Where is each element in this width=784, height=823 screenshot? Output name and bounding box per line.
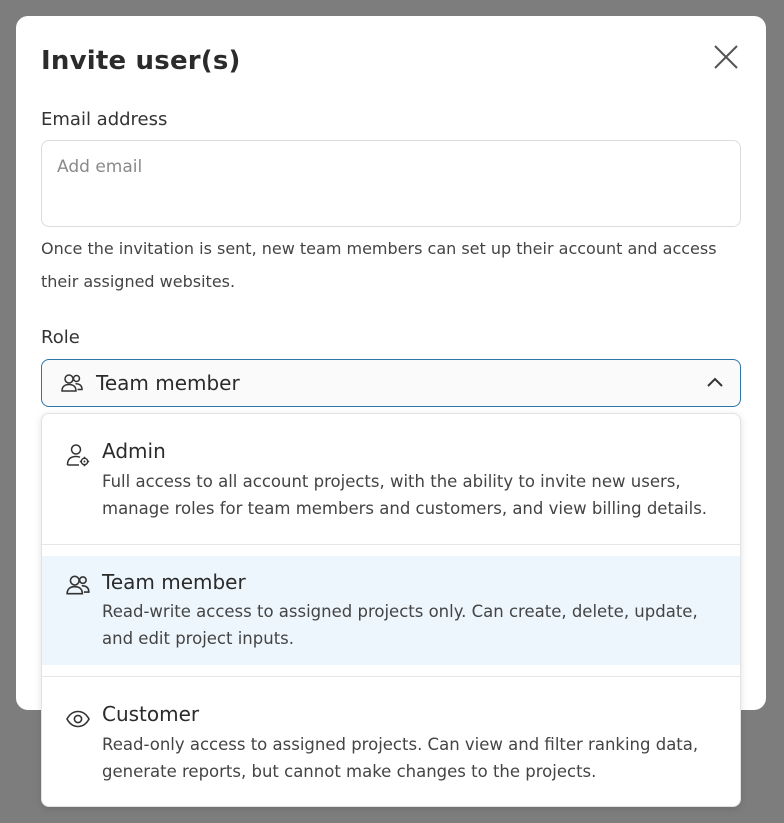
email-input[interactable] — [57, 157, 725, 177]
team-icon — [61, 374, 83, 392]
team-icon — [66, 575, 90, 595]
email-field-container[interactable] — [41, 140, 741, 227]
role-option-title: Team member — [102, 570, 246, 594]
role-select-value: Team member — [96, 371, 240, 395]
role-option-customer[interactable]: Customer Read-only access to assigned pr… — [42, 677, 740, 806]
close-icon — [714, 45, 738, 69]
admin-gear-icon — [66, 444, 90, 467]
role-option-team-member[interactable]: Team member Read-write access to assigne… — [42, 556, 740, 665]
chevron-up-icon — [707, 377, 723, 387]
option-divider — [42, 544, 740, 545]
role-option-description: Read-write access to assigned projects o… — [102, 602, 698, 648]
close-button[interactable] — [711, 42, 741, 72]
role-option-description: Read-only access to assigned projects. C… — [102, 735, 699, 781]
role-label: Role — [41, 327, 80, 348]
email-label: Email address — [41, 109, 168, 130]
eye-icon — [66, 710, 90, 728]
role-select[interactable]: Team member — [41, 359, 741, 407]
role-option-title: Customer — [102, 702, 200, 726]
email-help-text: Once the invitation is sent, new team me… — [41, 239, 717, 291]
role-dropdown: Admin Full access to all account project… — [41, 413, 741, 807]
role-option-description: Full access to all account projects, wit… — [102, 472, 708, 518]
role-option-admin[interactable]: Admin Full access to all account project… — [42, 414, 740, 544]
modal-title: Invite user(s) — [41, 46, 241, 76]
role-option-title: Admin — [102, 439, 166, 463]
